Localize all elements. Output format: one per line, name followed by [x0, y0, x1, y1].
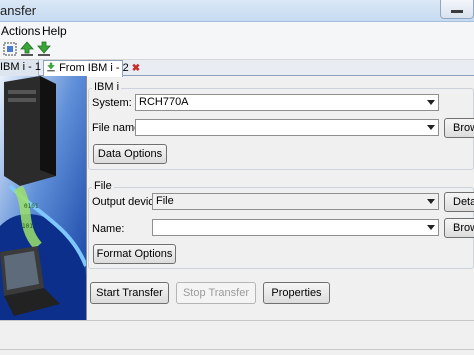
menu-actions[interactable]: Actions — [1, 24, 40, 38]
side-illustration: 0101 101 — [0, 76, 86, 320]
close-icon[interactable]: ✖ — [132, 63, 140, 74]
name-combo[interactable] — [152, 219, 439, 236]
browse-button[interactable]: Brow — [444, 118, 474, 138]
chevron-down-icon — [427, 199, 435, 204]
tab-label: From IBM i - 2 — [59, 62, 129, 74]
svg-text:0101: 0101 — [24, 203, 39, 210]
chevron-down-icon — [427, 225, 435, 230]
server-laptop-illustration: 0101 101 — [0, 76, 86, 320]
toolbar — [0, 39, 474, 60]
window-title: ansfer — [0, 3, 37, 18]
system-label: System: — [92, 97, 132, 109]
download-icon — [47, 62, 55, 72]
select-icon[interactable] — [2, 41, 18, 57]
properties-button[interactable]: Properties — [263, 282, 330, 304]
tab-ibmi-1[interactable]: IBM i - 1 ✖ — [0, 60, 52, 76]
output-device-value: File — [156, 195, 174, 207]
name-label: Name: — [92, 223, 125, 235]
chevron-down-icon — [427, 100, 435, 105]
minimize-icon — [451, 10, 463, 13]
start-transfer-button[interactable]: Start Transfer — [90, 282, 169, 304]
details-button[interactable]: Deta — [444, 192, 474, 212]
name-browse-button[interactable]: Brow — [444, 218, 474, 238]
system-value: RCH770A — [139, 96, 189, 108]
download-icon[interactable] — [36, 41, 52, 57]
tab-label: IBM i - 1 — [0, 61, 41, 73]
tab-from-ibmi-2[interactable]: From IBM i - 2 ✖ — [43, 60, 140, 77]
stop-transfer-button[interactable]: Stop Transfer — [176, 282, 256, 304]
chevron-down-icon — [427, 125, 435, 130]
title-bar: ansfer — [0, 0, 474, 22]
tab-strip: IBM i - 1 ✖ From IBM i - 2 ✖ — [0, 60, 474, 77]
status-bar — [0, 320, 474, 355]
output-device-combo[interactable]: File — [152, 193, 439, 210]
menu-bar: Actions Help — [0, 22, 474, 39]
format-options-button[interactable]: Format Options — [93, 244, 176, 264]
ibmi-group-title: IBM i — [92, 81, 122, 93]
menu-help[interactable]: Help — [42, 24, 67, 38]
minimize-button[interactable] — [440, 0, 474, 19]
data-options-button[interactable]: Data Options — [93, 144, 167, 164]
upload-icon[interactable] — [19, 41, 35, 57]
file-group-title: File — [92, 180, 114, 192]
svg-text:101: 101 — [22, 223, 33, 230]
system-combo[interactable]: RCH770A — [135, 94, 439, 111]
filename-combo[interactable] — [135, 119, 439, 136]
status-divider — [0, 349, 474, 350]
panel-divider — [86, 76, 87, 320]
